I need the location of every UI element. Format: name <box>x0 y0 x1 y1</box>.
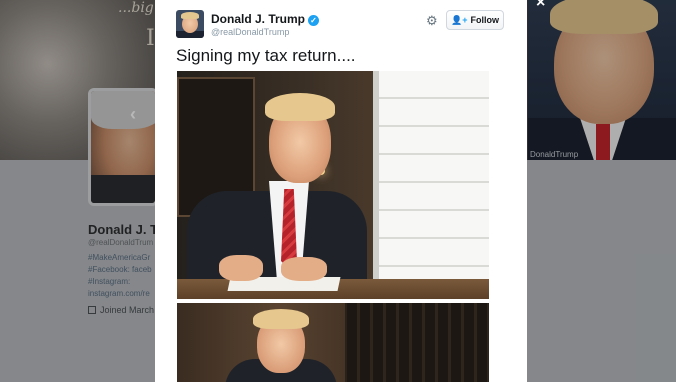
follow-user-icon: 👤+ <box>451 14 468 25</box>
tweet-header: Donald J. Trump ✓ @realDonaldTrump ⚙ 👤+ F… <box>176 10 506 40</box>
tweet-screen-name[interactable]: @realDonaldTrump <box>211 27 289 37</box>
tweet-modal: Donald J. Trump ✓ @realDonaldTrump ⚙ 👤+ F… <box>155 0 527 382</box>
follow-button-label: Follow <box>470 15 499 25</box>
tweet-text: Signing my tax return.... <box>176 46 356 65</box>
tweet-display-name[interactable]: Donald J. Trump ✓ <box>211 12 320 26</box>
follow-button[interactable]: 👤+ Follow <box>446 10 504 30</box>
display-name-text[interactable]: Donald J. Trump <box>211 12 305 26</box>
gear-icon[interactable]: ⚙ <box>426 13 438 29</box>
close-icon[interactable]: × <box>536 0 545 12</box>
verified-badge-icon: ✓ <box>308 15 320 26</box>
tweet-photo-secondary[interactable] <box>177 303 489 382</box>
tweet-photo-main[interactable] <box>177 71 489 299</box>
tweet-avatar[interactable] <box>176 10 204 38</box>
paper-stack <box>373 71 489 299</box>
